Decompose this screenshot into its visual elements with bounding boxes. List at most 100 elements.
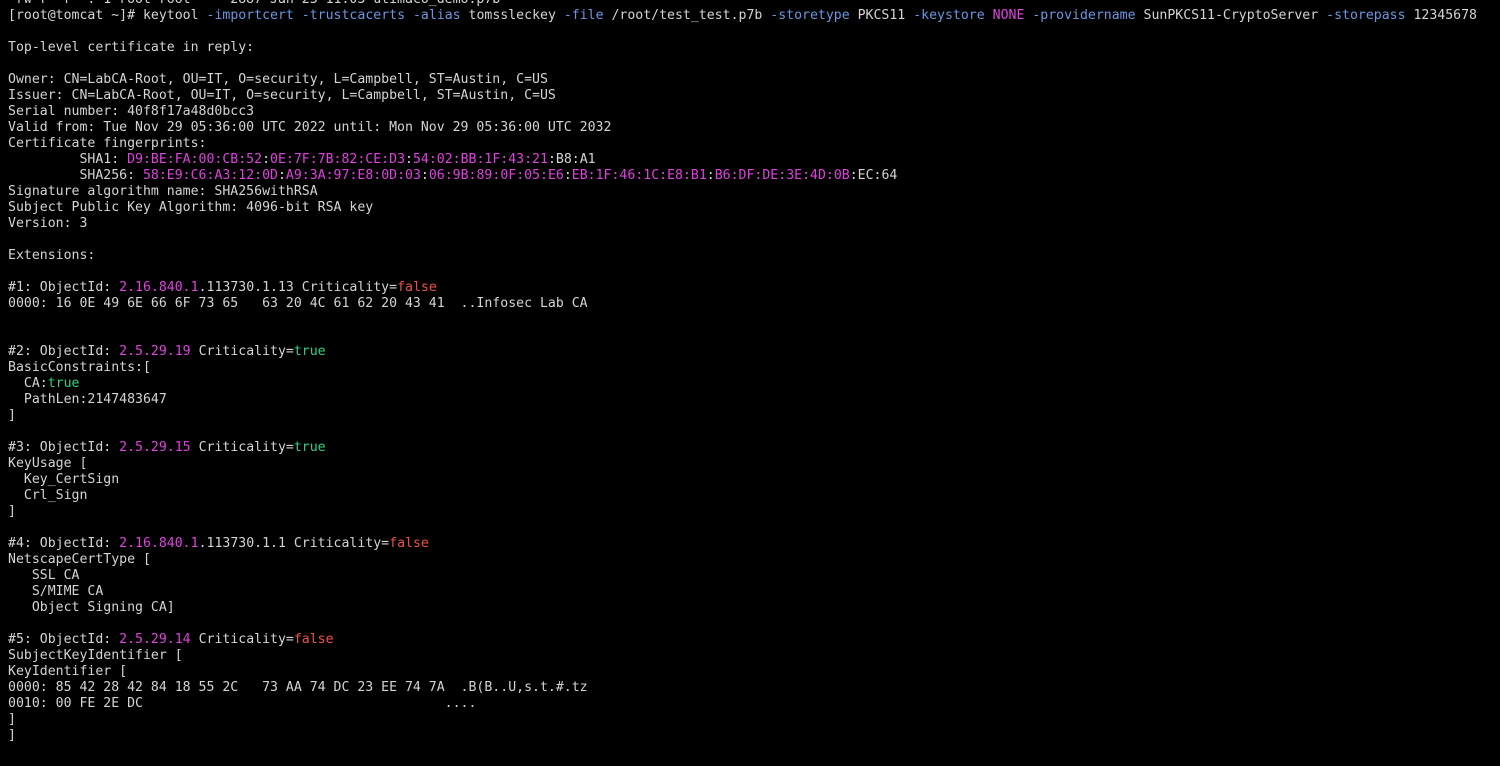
terminal-line: Signature algorithm name: SHA256withRSA [8, 184, 1477, 200]
terminal-text: -providername [1032, 8, 1136, 23]
terminal-text: :B8:A1 [547, 152, 596, 167]
terminal-text: Top-level certificate in reply: [8, 40, 255, 55]
terminal-text: :EC:64 [849, 168, 898, 183]
terminal-text: true [293, 344, 326, 359]
terminal-text: 2.5.29.19 [119, 344, 191, 359]
terminal-line: Key_CertSign [8, 472, 1477, 488]
terminal-line: #2: ObjectId: 2.5.29.19 Criticality=true [8, 344, 1477, 360]
terminal-text: 0010: 00 FE 2E DC .... [8, 696, 477, 711]
terminal-text: SubjectKeyIdentifier [ [8, 648, 183, 663]
terminal-line: SHA1: D9:BE:FA:00:CB:52:0E:7F:7B:82:CE:D… [8, 152, 1477, 168]
terminal-line: ] [8, 504, 1477, 520]
terminal-text: 12345678 [1405, 8, 1477, 23]
terminal-text: 0E:7F:7B:82:CE:D3 [270, 152, 406, 167]
terminal-line: 0010: 00 FE 2E DC .... [8, 696, 1477, 712]
terminal-line: #5: ObjectId: 2.5.29.14 Criticality=fals… [8, 632, 1477, 648]
terminal-text: #1: ObjectId: [8, 280, 120, 295]
terminal-line: ] [8, 408, 1477, 424]
terminal-text: D9:BE:FA:00:CB:52 [127, 152, 263, 167]
terminal-text: true [293, 440, 326, 455]
terminal-line: Crl_Sign [8, 488, 1477, 504]
terminal-text: SHA256: [8, 168, 143, 183]
terminal-text: Serial number: 40f8f17a48d0bcc3 [8, 104, 255, 119]
terminal-text: : [563, 168, 572, 183]
terminal-text: false [389, 536, 429, 551]
terminal-text: 0000: 16 0E 49 6E 66 6F 73 65 63 20 4C 6… [8, 296, 588, 311]
terminal-text: false [293, 632, 334, 647]
terminal-text: #3: ObjectId: [8, 440, 120, 455]
terminal-line: #1: ObjectId: 2.16.840.1.113730.1.13 Cri… [8, 280, 1477, 296]
terminal-text: false [397, 280, 437, 295]
terminal-text: 06:9B:89:0F:05:E6 [428, 168, 564, 183]
terminal-line: Issuer: CN=LabCA-Root, OU=IT, O=security… [8, 88, 1477, 104]
terminal-text: Issuer: CN=LabCA-Root, OU=IT, O=security… [8, 88, 556, 103]
terminal-line: Extensions: [8, 248, 1477, 264]
terminal-text: SSL CA [8, 568, 80, 583]
terminal-window[interactable]: -rw-r--r--. 1 root root 2887 Jan 23 11:0… [0, 0, 1500, 766]
terminal-text: NONE [992, 8, 1025, 23]
terminal-text: 54:02:BB:1F:43:21 [412, 152, 548, 167]
terminal-text: 2.16.840.1 [119, 280, 199, 295]
terminal-line: SSL CA [8, 568, 1477, 584]
terminal-line: ] [8, 712, 1477, 728]
terminal-line: BasicConstraints:[ [8, 360, 1477, 376]
terminal-line: #4: ObjectId: 2.16.840.1.113730.1.1 Crit… [8, 536, 1477, 552]
terminal-line: 0000: 16 0E 49 6E 66 6F 73 65 63 20 4C 6… [8, 296, 1477, 312]
terminal-text: Owner: CN=LabCA-Root, OU=IT, O=security,… [8, 72, 548, 87]
terminal-text: 2.5.29.14 [119, 632, 191, 647]
terminal-text: Criticality= [190, 632, 294, 647]
terminal-text: -alias [412, 8, 461, 23]
terminal-line: CA:true [8, 376, 1477, 392]
terminal-line: 0000: 85 42 28 42 84 18 55 2C 73 AA 74 D… [8, 680, 1477, 696]
terminal-line: #3: ObjectId: 2.5.29.15 Criticality=true [8, 440, 1477, 456]
terminal-line: Owner: CN=LabCA-Root, OU=IT, O=security,… [8, 72, 1477, 88]
terminal-text: PathLen:2147483647 [8, 392, 167, 407]
terminal-text: Crl_Sign [8, 488, 88, 503]
terminal-line: KeyIdentifier [ [8, 664, 1477, 680]
terminal-text: Object Signing CA] [8, 600, 175, 615]
terminal-text: S/MIME CA [8, 584, 104, 599]
terminal-text: /root/test_test.p7b [603, 8, 771, 23]
terminal-text: true [47, 376, 80, 391]
terminal-text: 58:E9:C6:A3:12:0D [142, 168, 278, 183]
terminal-line: S/MIME CA [8, 584, 1477, 600]
terminal-text: Criticality= [190, 344, 294, 359]
terminal-text: 0000: 85 42 28 42 84 18 55 2C 73 AA 74 D… [8, 680, 588, 695]
terminal-line: [root@tomcat ~]# keytool -importcert -tr… [8, 8, 1477, 24]
terminal-text: Key_CertSign [8, 472, 120, 487]
terminal-text: : [706, 168, 715, 183]
terminal-line: Valid from: Tue Nov 29 05:36:00 UTC 2022… [8, 120, 1477, 136]
terminal-line: Subject Public Key Algorithm: 4096-bit R… [8, 200, 1477, 216]
terminal-line: -rw-r--r--. 1 root root 2887 Jan 23 11:0… [8, 0, 1477, 8]
terminal-text: Extensions: [8, 248, 96, 263]
terminal-line: Version: 3 [8, 216, 1477, 232]
terminal-line: SHA256: 58:E9:C6:A3:12:0D:A9:3A:97:E8:0D… [8, 168, 1477, 184]
terminal-text: Criticality= [190, 440, 294, 455]
terminal-text: : [405, 152, 413, 167]
terminal-text: #4: ObjectId: [8, 536, 120, 551]
terminal-line: Object Signing CA] [8, 600, 1477, 616]
terminal-line: NetscapeCertType [ [8, 552, 1477, 568]
terminal-text: Subject Public Key Algorithm: 4096-bit R… [8, 200, 374, 215]
terminal-text: #2: ObjectId: [8, 344, 120, 359]
terminal-output: -rw-r--r--. 1 root root 2887 Jan 23 11:0… [8, 0, 1477, 744]
terminal-text: ] [8, 712, 16, 727]
terminal-text: SHA1: [8, 152, 128, 167]
terminal-text: ] [8, 504, 16, 519]
terminal-text: -keystore [913, 8, 985, 23]
terminal-text: : [420, 168, 429, 183]
terminal-text: -rw-r--r--. 1 root root 2887 Jan 23 11:0… [8, 0, 500, 7]
terminal-text: -importcert [206, 8, 294, 23]
terminal-text: PKCS11 [849, 8, 914, 23]
terminal-line: SubjectKeyIdentifier [ [8, 648, 1477, 664]
